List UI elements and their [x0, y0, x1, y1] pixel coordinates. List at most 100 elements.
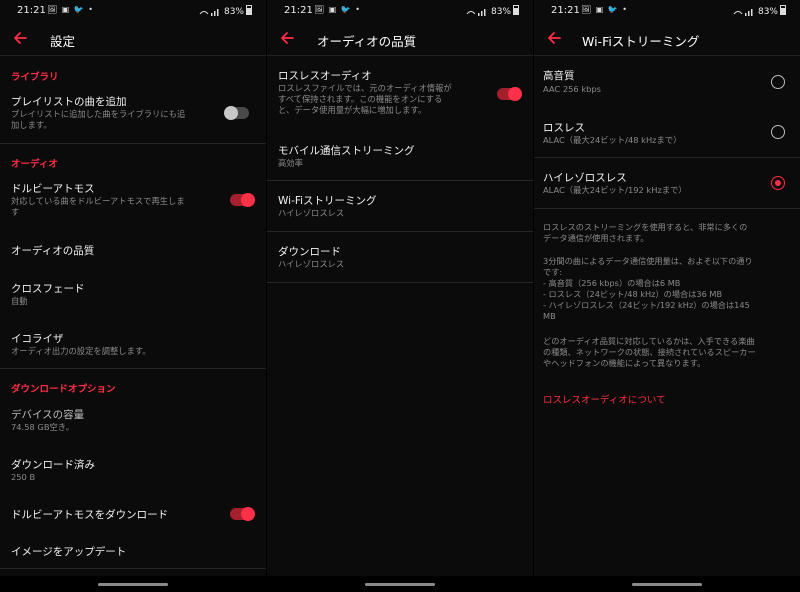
option-title: 高音質	[543, 70, 575, 82]
setting-subtitle: すべて保持されます。この機能をオンにする	[278, 94, 443, 104]
status-bar: 21:21 🖼 ▣ 🐦 • 83%	[534, 0, 800, 22]
divider	[534, 208, 800, 209]
page-title: オーディオの品質	[317, 34, 417, 49]
option-subtitle: ALAC（最大24ビット/192 kHzまで）	[543, 185, 687, 195]
home-indicator[interactable]	[365, 583, 435, 586]
home-indicator[interactable]	[98, 583, 168, 586]
setting-subtitle: ハイレゾロスレス	[278, 208, 345, 218]
divider	[0, 368, 266, 369]
option-subtitle: ALAC（最大24ビット/48 kHzまで）	[543, 135, 682, 145]
info-line: データ通信が使用されます。	[543, 233, 649, 243]
setting-title: オーディオの品質	[11, 245, 95, 257]
setting-subtitle: ハイレゾロスレス	[278, 259, 345, 269]
nav-bar	[267, 576, 533, 592]
option-subtitle: AAC 256 kbps	[543, 84, 602, 94]
option-title: ロスレス	[543, 122, 585, 134]
setting-subtitle: ロスレスファイルでは、元のオーディオ情報が	[278, 83, 452, 93]
setting-subtitle: と、データ使用量が大幅に増加します。	[278, 105, 427, 115]
setting-subtitle: 74.58 GB空き。	[11, 422, 74, 432]
signal-icon	[733, 8, 753, 16]
add-playlist-songs-toggle[interactable]	[224, 106, 249, 120]
setting-subtitle: 250 B	[11, 472, 36, 482]
battery-percent: 83%	[490, 7, 511, 17]
info-line: - ハイレゾロスレス（24ビット/192 kHz）の場合は145	[543, 300, 750, 310]
info-line: 3分間の曲によるデータ通信使用量は、およそ以下の通り	[543, 256, 753, 266]
about-lossless-link[interactable]: ロスレスオーディオについて	[543, 392, 666, 406]
toggle-knob	[241, 507, 255, 521]
app-bar: Wi-Fiストリーミング	[534, 22, 800, 56]
info-paragraph-2: 3分間の曲によるデータ通信使用量は、およそ以下の通り です: - 高音質（256…	[543, 256, 793, 322]
setting-subtitle: 対応している曲をドルビーアトモスで再生しま	[11, 196, 185, 206]
info-line: MB	[543, 311, 556, 321]
notification-icons: 🖼 ▣ 🐦 •	[314, 5, 362, 14]
nav-bar	[534, 576, 800, 592]
back-arrow-icon[interactable]	[546, 30, 562, 46]
status-right: 83%	[199, 5, 252, 17]
home-indicator[interactable]	[632, 583, 702, 586]
quality-radio-hires-lossless[interactable]	[771, 176, 785, 190]
back-arrow-icon[interactable]	[12, 30, 28, 46]
status-time: 21:21	[17, 5, 46, 16]
info-paragraph-1: ロスレスのストリーミングを使用すると、非常に多くの データ通信が使用されます。	[543, 222, 793, 244]
setting-title: イコライザ	[11, 333, 64, 345]
signal-icon	[199, 8, 219, 16]
app-bar: 設定	[0, 22, 266, 56]
download-dolby-toggle[interactable]	[230, 507, 255, 521]
status-right: 83%	[466, 5, 519, 17]
status-time: 21:21	[284, 5, 313, 16]
setting-subtitle: 高効率	[278, 158, 303, 168]
info-line: - ロスレス（24ビット/48 kHz）の場合は36 MB	[543, 289, 723, 299]
battery-percent: 83%	[757, 7, 778, 17]
setting-title: ロスレスオーディオ	[278, 70, 372, 82]
section-header-library: ライブラリ	[11, 72, 59, 83]
setting-subtitle: 自動	[11, 296, 28, 306]
notification-icons: 🖼 ▣ 🐦 •	[47, 5, 95, 14]
toggle-knob	[508, 87, 522, 101]
battery-icon	[246, 5, 252, 15]
status-bar: 21:21 🖼 ▣ 🐦 • 83%	[267, 0, 533, 22]
divider	[534, 157, 800, 158]
quality-radio-lossless[interactable]	[771, 125, 785, 139]
info-paragraph-3: どのオーディオ品質に対応しているかは、入手できる楽曲 の種類、ネットワークの状態…	[543, 336, 793, 369]
info-line: どのオーディオ品質に対応しているかは、入手できる楽曲	[543, 336, 755, 346]
setting-title: ドルビーアトモスをダウンロード	[11, 509, 169, 521]
setting-title: ダウンロード	[278, 246, 341, 258]
signal-icon	[466, 8, 486, 16]
divider	[267, 180, 533, 181]
setting-title: Wi-Fiストリーミング	[278, 195, 377, 207]
radio-dot	[774, 179, 781, 186]
wifi-streaming-screen: 21:21 🖼 ▣ 🐦 • 83% Wi-Fiストリーミング 高音質 AAC 2…	[534, 0, 800, 592]
setting-title: デバイスの容量	[11, 409, 85, 421]
toggle-knob	[241, 193, 255, 207]
battery-icon	[513, 5, 519, 15]
nav-bar	[0, 576, 266, 592]
info-line: やヘッドフォンの機能によって異なります。	[543, 358, 706, 368]
option-title: ハイレゾロスレス	[543, 172, 627, 184]
info-line: ロスレスのストリーミングを使用すると、非常に多くの	[543, 222, 748, 232]
setting-title: モバイル通信ストリーミング	[278, 145, 415, 157]
info-line: - 高音質（256 kbps）の場合は6 MB	[543, 278, 681, 288]
setting-title: ドルビーアトモス	[11, 183, 95, 195]
divider	[267, 231, 533, 232]
status-bar: 21:21 🖼 ▣ 🐦 • 83%	[0, 0, 266, 22]
setting-subtitle: プレイリストに追加した曲をライブラリにも追	[11, 109, 186, 119]
setting-subtitle: 加します。	[11, 120, 52, 130]
settings-screen: 21:21 🖼 ▣ 🐦 • 83% 設定 ライブラリ プレイリストの曲を追加 プ…	[0, 0, 266, 592]
dolby-atmos-toggle[interactable]	[230, 193, 255, 207]
status-right: 83%	[733, 5, 786, 17]
divider	[267, 282, 533, 283]
divider	[0, 143, 266, 144]
info-line: です:	[543, 267, 563, 277]
setting-title: ダウンロード済み	[11, 459, 95, 471]
page-title: Wi-Fiストリーミング	[582, 34, 700, 49]
back-arrow-icon[interactable]	[279, 30, 295, 46]
setting-title: プレイリストの曲を追加	[11, 96, 127, 108]
toggle-knob	[224, 106, 238, 120]
battery-icon	[780, 5, 786, 15]
notification-icons: 🖼 ▣ 🐦 •	[581, 5, 629, 14]
lossless-audio-toggle[interactable]	[497, 87, 522, 101]
setting-subtitle: す	[11, 207, 20, 217]
section-header-audio: オーディオ	[11, 159, 58, 170]
setting-title: イメージをアップデート	[11, 546, 127, 558]
quality-radio-high[interactable]	[771, 75, 785, 89]
